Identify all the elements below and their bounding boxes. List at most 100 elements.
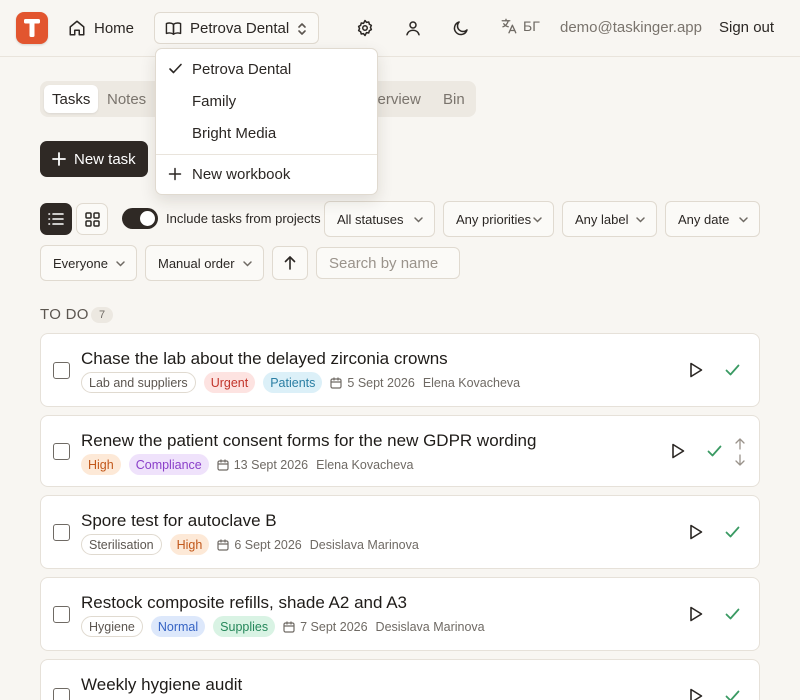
complete-task-button[interactable] <box>722 360 742 380</box>
task-assignee: Elena Kovacheva <box>422 375 521 390</box>
workbook-option-label: Family <box>192 92 237 110</box>
home-icon <box>69 20 85 36</box>
chevron-down-icon <box>636 217 645 223</box>
reorder-handle-icon[interactable] <box>733 438 747 466</box>
task-tag-priority: Urgent <box>203 372 256 393</box>
theme-toggle-button[interactable] <box>449 16 473 40</box>
complete-task-button[interactable] <box>722 522 742 542</box>
task-card[interactable]: Spore test for autoclave B Sterilisation… <box>40 495 760 569</box>
play-icon <box>690 524 703 540</box>
check-icon <box>725 608 739 620</box>
date-filter[interactable]: Any date <box>665 201 760 237</box>
order-select[interactable]: Manual order <box>145 245 264 281</box>
task-due-date: 5 Sept 2026 <box>330 376 415 390</box>
task-checkbox[interactable] <box>53 524 70 541</box>
label-filter[interactable]: Any label <box>562 201 657 237</box>
task-tag-priority: Normal <box>150 616 206 637</box>
sign-out-link[interactable]: Sign out <box>719 19 774 36</box>
new-task-button[interactable]: New task <box>40 141 148 177</box>
new-workbook-label: New workbook <box>192 165 291 183</box>
section-title: TO DO <box>40 306 89 323</box>
priority-filter[interactable]: Any priorities <box>443 201 554 237</box>
task-tag: Hygiene <box>81 616 143 637</box>
new-task-label: New task <box>74 150 136 168</box>
check-icon <box>725 526 739 538</box>
language-switch[interactable]: БГ <box>500 17 540 35</box>
tab-notes[interactable]: Notes <box>99 85 154 113</box>
check-icon <box>169 63 182 74</box>
play-icon <box>672 443 685 459</box>
complete-task-button[interactable] <box>722 604 742 624</box>
new-workbook-button[interactable]: New workbook <box>156 159 377 189</box>
moon-icon <box>453 21 468 36</box>
plus-icon <box>52 152 66 166</box>
app-logo[interactable] <box>16 12 48 44</box>
chevron-down-icon <box>739 217 748 223</box>
section-count-badge: 7 <box>91 307 113 323</box>
logo-t-icon <box>24 19 40 37</box>
task-date-text: 7 Sept 2026 <box>300 619 368 634</box>
task-tag-priority: High <box>81 454 121 475</box>
task-due-date: 13 Sept 2026 <box>217 458 308 472</box>
gear-icon <box>357 19 373 37</box>
check-icon <box>725 364 739 376</box>
assignee-filter[interactable]: Everyone <box>40 245 137 281</box>
task-checkbox[interactable] <box>53 443 70 460</box>
complete-task-button[interactable] <box>704 441 724 461</box>
status-filter[interactable]: All statuses <box>324 201 435 237</box>
complete-task-button[interactable] <box>722 686 742 700</box>
sort-direction-button[interactable] <box>272 246 308 280</box>
settings-button[interactable] <box>353 16 377 40</box>
chevron-down-icon <box>116 261 125 267</box>
workbook-option-bright-media[interactable]: Bright Media <box>156 118 377 148</box>
start-task-button[interactable] <box>686 360 706 380</box>
tab-bin[interactable]: Bin <box>435 85 473 113</box>
task-tag: Compliance <box>128 454 209 475</box>
task-title: Weekly hygiene audit <box>81 675 243 694</box>
task-title: Spore test for autoclave B <box>81 511 277 530</box>
task-checkbox[interactable] <box>53 688 70 700</box>
task-title: Restock composite refills, shade A2 and … <box>81 593 408 612</box>
task-card[interactable]: Renew the patient consent forms for the … <box>40 415 760 487</box>
calendar-icon <box>217 459 229 471</box>
task-card[interactable]: Weekly hygiene audit <box>40 659 760 700</box>
task-card[interactable]: Chase the lab about the delayed zirconia… <box>40 333 760 407</box>
task-title: Renew the patient consent forms for the … <box>81 431 537 450</box>
arrow-up-icon <box>284 256 296 270</box>
list-view-button[interactable] <box>40 203 72 235</box>
start-task-button[interactable] <box>668 441 688 461</box>
task-date-text: 6 Sept 2026 <box>234 537 302 552</box>
profile-button[interactable] <box>401 16 425 40</box>
task-meta: High Compliance 13 Sept 2026 Elena Kovac… <box>81 454 413 475</box>
chevron-down-icon <box>533 217 542 223</box>
play-icon <box>690 606 703 622</box>
task-title: Chase the lab about the delayed zirconia… <box>81 349 448 368</box>
start-task-button[interactable] <box>686 604 706 624</box>
start-task-button[interactable] <box>686 686 706 700</box>
task-checkbox[interactable] <box>53 362 70 379</box>
workbook-option-family[interactable]: Family <box>156 86 377 116</box>
user-icon <box>406 21 420 36</box>
start-task-button[interactable] <box>686 522 706 542</box>
chevron-up-down-icon <box>298 23 306 35</box>
task-assignee: Elena Kovacheva <box>316 457 414 472</box>
search-input[interactable] <box>316 247 460 279</box>
workbook-select[interactable]: Petrova Dental <box>154 12 319 44</box>
date-filter-value: Any date <box>678 211 730 227</box>
workbook-menu: Petrova Dental Family Bright Media New w… <box>155 48 378 195</box>
check-icon <box>707 445 721 457</box>
task-card[interactable]: Restock composite refills, shade A2 and … <box>40 577 760 651</box>
workbook-option-petrova-dental[interactable]: Petrova Dental <box>156 54 377 84</box>
home-link[interactable]: Home <box>68 16 134 40</box>
status-filter-value: All statuses <box>337 211 404 227</box>
include-projects-toggle[interactable] <box>122 208 158 229</box>
task-tag: Lab and suppliers <box>81 372 196 393</box>
chevron-down-icon <box>414 217 423 223</box>
chevron-down-icon <box>243 261 252 267</box>
order-select-value: Manual order <box>158 255 235 271</box>
grid-view-button[interactable] <box>76 203 108 235</box>
task-date-text: 13 Sept 2026 <box>233 457 309 472</box>
task-checkbox[interactable] <box>53 606 70 623</box>
grid-icon <box>84 211 100 227</box>
tab-tasks[interactable]: Tasks <box>44 85 99 113</box>
